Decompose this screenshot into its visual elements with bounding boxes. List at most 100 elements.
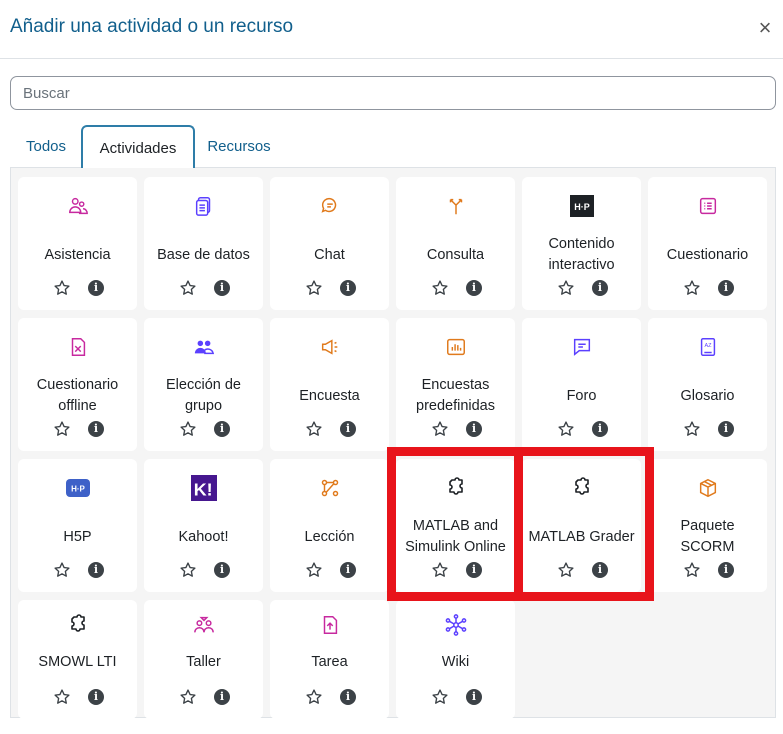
close-icon[interactable]: ×	[756, 17, 774, 39]
info-icon[interactable]: i	[466, 421, 482, 437]
star-icon[interactable]	[305, 420, 323, 438]
info-icon[interactable]: i	[88, 562, 104, 578]
star-icon[interactable]	[179, 688, 197, 706]
activity-label-text: Encuesta	[299, 387, 360, 404]
activity-card[interactable]: Cuestionario offline i	[18, 318, 137, 451]
activity-card[interactable]: SMOWL LTI i	[18, 600, 137, 719]
star-icon[interactable]	[53, 561, 71, 579]
info-icon[interactable]: i	[340, 689, 356, 705]
activity-card[interactable]: H·P H5P i	[18, 459, 137, 592]
star-icon[interactable]	[305, 688, 323, 706]
info-icon[interactable]: i	[340, 421, 356, 437]
activity-label: Asistencia	[18, 233, 137, 277]
activity-card[interactable]: Cuestionario i	[648, 177, 767, 310]
info-icon[interactable]: i	[88, 280, 104, 296]
star-icon[interactable]	[431, 279, 449, 297]
info-icon[interactable]: i	[592, 421, 608, 437]
info-icon[interactable]: i	[88, 689, 104, 705]
activity-card[interactable]: MATLAB Grader i	[522, 459, 641, 592]
svg-text:H·P: H·P	[71, 485, 85, 494]
activity-card[interactable]: Taller i	[144, 600, 263, 719]
info-icon[interactable]: i	[718, 280, 734, 296]
workshop-icon	[191, 612, 217, 638]
info-icon[interactable]: i	[718, 562, 734, 578]
star-icon[interactable]	[557, 279, 575, 297]
star-icon[interactable]	[557, 420, 575, 438]
info-icon[interactable]: i	[340, 280, 356, 296]
activity-card[interactable]: Base de datos i	[144, 177, 263, 310]
activity-label: MATLAB Grader	[522, 515, 641, 559]
activity-label: Elección de grupo	[144, 374, 263, 418]
star-icon[interactable]	[305, 279, 323, 297]
activity-card[interactable]: Lección i	[270, 459, 389, 592]
activity-label-text: Asistencia	[44, 246, 111, 263]
activity-card[interactable]: Encuesta i	[270, 318, 389, 451]
star-icon[interactable]	[179, 561, 197, 579]
info-icon[interactable]: i	[466, 562, 482, 578]
star-icon[interactable]	[53, 688, 71, 706]
activity-card[interactable]: K! Kahoot! i	[144, 459, 263, 592]
info-icon[interactable]: i	[214, 689, 230, 705]
h5p-icon: H·P	[65, 475, 91, 501]
activity-card[interactable]: H·P Contenido interactivo i	[522, 177, 641, 310]
activity-label: SMOWL LTI	[18, 644, 137, 680]
database-icon	[191, 193, 217, 219]
star-icon[interactable]	[53, 279, 71, 297]
star-icon[interactable]	[431, 688, 449, 706]
glossary-icon: AZ	[695, 334, 721, 360]
info-icon[interactable]: i	[466, 280, 482, 296]
activity-card[interactable]: Tarea i	[270, 600, 389, 719]
activity-card[interactable]: Paquete SCORM i	[648, 459, 767, 592]
info-icon[interactable]: i	[718, 421, 734, 437]
info-icon[interactable]: i	[466, 689, 482, 705]
activity-label-text: Kahoot!	[178, 528, 229, 545]
search-input[interactable]	[10, 76, 776, 110]
star-icon[interactable]	[431, 561, 449, 579]
activity-label: Taller	[144, 644, 263, 680]
activity-label: Wiki	[396, 644, 515, 680]
info-icon[interactable]: i	[214, 421, 230, 437]
info-icon[interactable]: i	[592, 562, 608, 578]
info-icon[interactable]: i	[214, 562, 230, 578]
activity-card[interactable]: Consulta i	[396, 177, 515, 310]
activity-card[interactable]: Encuestas predefinidas i	[396, 318, 515, 451]
activity-card[interactable]: AZ Glosario i	[648, 318, 767, 451]
info-icon[interactable]: i	[214, 280, 230, 296]
puzzle-icon	[569, 475, 595, 501]
activity-label: Cuestionario	[648, 233, 767, 277]
star-icon[interactable]	[305, 561, 323, 579]
attendance-icon	[65, 193, 91, 219]
activity-card[interactable]: Elección de grupo i	[144, 318, 263, 451]
puzzle-icon	[443, 475, 469, 501]
activity-label-text: MATLAB and Simulink Online	[405, 518, 506, 555]
svg-text:K!: K!	[194, 479, 213, 499]
star-icon[interactable]	[557, 561, 575, 579]
tab-recursos[interactable]: Recursos	[200, 125, 278, 168]
activity-card[interactable]: MATLAB and Simulink Online i	[396, 459, 515, 592]
star-icon[interactable]	[683, 561, 701, 579]
star-icon[interactable]	[53, 420, 71, 438]
tab-actividades[interactable]: Actividades	[81, 125, 195, 170]
star-icon[interactable]	[683, 279, 701, 297]
activity-card[interactable]: Foro i	[522, 318, 641, 451]
info-icon[interactable]: i	[88, 421, 104, 437]
activity-label: Foro	[522, 374, 641, 418]
star-icon[interactable]	[683, 420, 701, 438]
activity-label: Encuesta	[270, 374, 389, 418]
activity-label: Cuestionario offline	[18, 374, 137, 418]
activity-label-text: Tarea	[311, 653, 348, 670]
activity-label: Chat	[270, 233, 389, 277]
info-icon[interactable]: i	[592, 280, 608, 296]
activity-label-text: Elección de grupo	[166, 377, 241, 414]
activity-card[interactable]: Chat i	[270, 177, 389, 310]
activity-card[interactable]: Wiki i	[396, 600, 515, 719]
star-icon[interactable]	[431, 420, 449, 438]
activity-card[interactable]: Asistencia i	[18, 177, 137, 310]
star-icon[interactable]	[179, 420, 197, 438]
activity-label-text: Paquete SCORM	[680, 518, 735, 555]
tab-todos[interactable]: Todos	[10, 125, 82, 168]
activity-label: Paquete SCORM	[648, 515, 767, 559]
star-icon[interactable]	[179, 279, 197, 297]
info-icon[interactable]: i	[340, 562, 356, 578]
activity-label: Base de datos	[144, 233, 263, 277]
